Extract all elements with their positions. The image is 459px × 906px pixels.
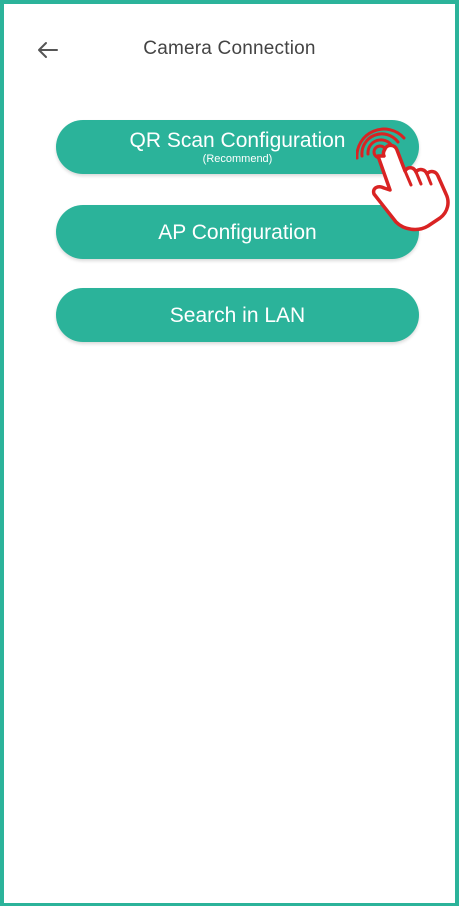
app-header: Camera Connection (4, 4, 455, 104)
search-in-lan-button[interactable]: Search in LAN (56, 288, 419, 342)
ap-configuration-button[interactable]: AP Configuration (56, 205, 419, 259)
qr-scan-configuration-label: QR Scan Configuration (129, 129, 346, 152)
recommend-label: (Recommend) (202, 153, 273, 165)
app-screen: Camera Connection QR Scan Configuration … (0, 0, 459, 906)
qr-scan-configuration-button[interactable]: QR Scan Configuration (Recommend) (56, 120, 419, 174)
page-title: Camera Connection (143, 38, 316, 59)
search-in-lan-label: Search in LAN (169, 303, 306, 327)
ap-configuration-label: AP Configuration (158, 220, 317, 244)
